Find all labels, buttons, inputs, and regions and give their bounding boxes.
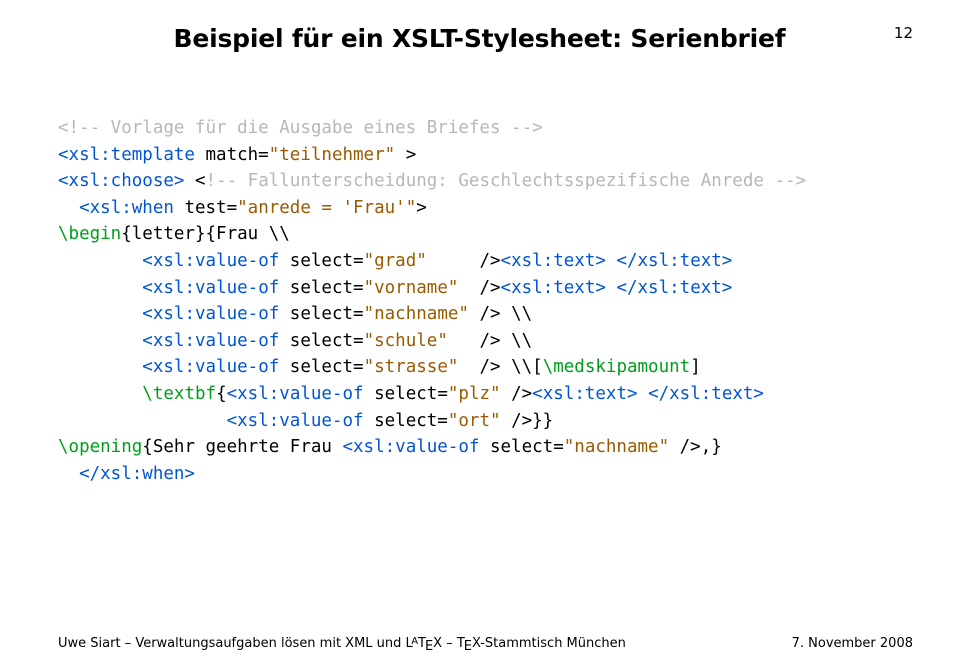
code-plain xyxy=(58,251,142,271)
code-tag: <xsl:value-of xyxy=(142,278,279,298)
code-plain: /> xyxy=(458,278,500,298)
code-plain: /> xyxy=(427,251,501,271)
latex-logo: LA xyxy=(406,636,418,651)
code-plain: select= xyxy=(279,251,363,271)
code-tag: <xsl:value-of xyxy=(142,251,279,271)
code-plain xyxy=(58,411,227,431)
code-tag: <xsl:text> xyxy=(501,251,606,271)
page-number: 12 xyxy=(894,24,913,42)
slide-title: Beispiel für ein XSLT-Stylesheet: Serien… xyxy=(58,24,901,53)
code-tag: <xsl:value-of xyxy=(142,357,279,377)
code-plain: ] xyxy=(690,357,701,377)
code-string: "grad" xyxy=(364,251,427,271)
code-plain: {Sehr geehrte Frau xyxy=(142,437,342,457)
code-plain xyxy=(58,331,142,351)
code-listing: <!-- Vorlage für die Ausgabe eines Brief… xyxy=(58,115,901,487)
code-tag: </xsl:text> xyxy=(648,384,764,404)
code-plain: > xyxy=(416,198,427,218)
code-tag: <xsl:value-of xyxy=(142,304,279,324)
code-plain: match= xyxy=(195,145,269,165)
code-tag: <xsl:template xyxy=(58,145,195,165)
code-func: \begin xyxy=(58,224,121,244)
code-string: "vorname" xyxy=(364,278,459,298)
code-plain xyxy=(58,464,79,484)
footer: Uwe Siart – Verwaltungsaufgaben lösen mi… xyxy=(58,636,913,651)
code-tag: </xsl:text> xyxy=(616,278,732,298)
footer-author: Uwe Siart – Verwaltungsaufgaben lösen mi… xyxy=(58,636,406,651)
code-tag: <xsl:when xyxy=(79,198,174,218)
code-string: "anrede = 'Frau'" xyxy=(237,198,416,218)
footer-left: Uwe Siart – Verwaltungsaufgaben lösen mi… xyxy=(58,636,626,651)
code-plain: />,} xyxy=(669,437,722,457)
footer-date: 7. November 2008 xyxy=(792,636,913,651)
code-plain: select= xyxy=(364,411,448,431)
code-tag: <xsl:value-of xyxy=(227,384,364,404)
code-plain: test= xyxy=(174,198,237,218)
code-plain xyxy=(58,278,142,298)
code-plain: /> \\ xyxy=(469,304,532,324)
code-plain: {letter}{Frau \\ xyxy=(121,224,290,244)
code-plain xyxy=(58,304,142,324)
code-func: \medskipamount xyxy=(543,357,691,377)
code-comment: <!-- Vorlage für die Ausgabe eines Brief… xyxy=(58,118,543,138)
code-plain: select= xyxy=(279,278,363,298)
code-plain: select= xyxy=(364,384,448,404)
code-tag: </xsl:text> xyxy=(616,251,732,271)
code-plain xyxy=(58,198,79,218)
slide: Beispiel für ein XSLT-Stylesheet: Serien… xyxy=(0,0,959,667)
code-plain xyxy=(606,278,617,298)
code-plain: > xyxy=(395,145,416,165)
tex-logo: TE xyxy=(457,636,472,651)
code-tag: <xsl:text> xyxy=(532,384,637,404)
code-string: "plz" xyxy=(448,384,501,404)
code-func: \textbf xyxy=(142,384,216,404)
code-string: "nachname" xyxy=(364,304,469,324)
code-plain: select= xyxy=(279,331,363,351)
code-tag: </xsl:when> xyxy=(79,464,195,484)
code-plain xyxy=(606,251,617,271)
code-plain: /> xyxy=(501,384,533,404)
code-plain xyxy=(58,357,142,377)
code-plain: /> \\ xyxy=(448,331,532,351)
code-plain: select= xyxy=(279,304,363,324)
code-plain: select= xyxy=(279,357,363,377)
code-string: "ort" xyxy=(448,411,501,431)
code-plain: select= xyxy=(479,437,563,457)
code-plain: />}} xyxy=(501,411,554,431)
code-tag: <xsl:value-of xyxy=(227,411,364,431)
code-plain xyxy=(58,384,142,404)
code-func: \opening xyxy=(58,437,142,457)
code-plain xyxy=(638,384,649,404)
code-string: "strasse" xyxy=(364,357,459,377)
code-plain: /> \\[ xyxy=(458,357,542,377)
code-tag: <xsl:choose> xyxy=(58,171,184,191)
code-tag: <xsl:text> xyxy=(501,278,606,298)
code-tag: <xsl:value-of xyxy=(342,437,479,457)
tex-logo: TE xyxy=(418,636,433,651)
code-string: "teilnehmer" xyxy=(269,145,395,165)
code-string: "nachname" xyxy=(564,437,669,457)
code-plain: { xyxy=(216,384,227,404)
code-tag: <xsl:value-of xyxy=(142,331,279,351)
code-string: "schule" xyxy=(364,331,448,351)
code-comment: !-- Fallunterscheidung: Geschlechtsspezi… xyxy=(206,171,807,191)
code-plain: < xyxy=(184,171,205,191)
